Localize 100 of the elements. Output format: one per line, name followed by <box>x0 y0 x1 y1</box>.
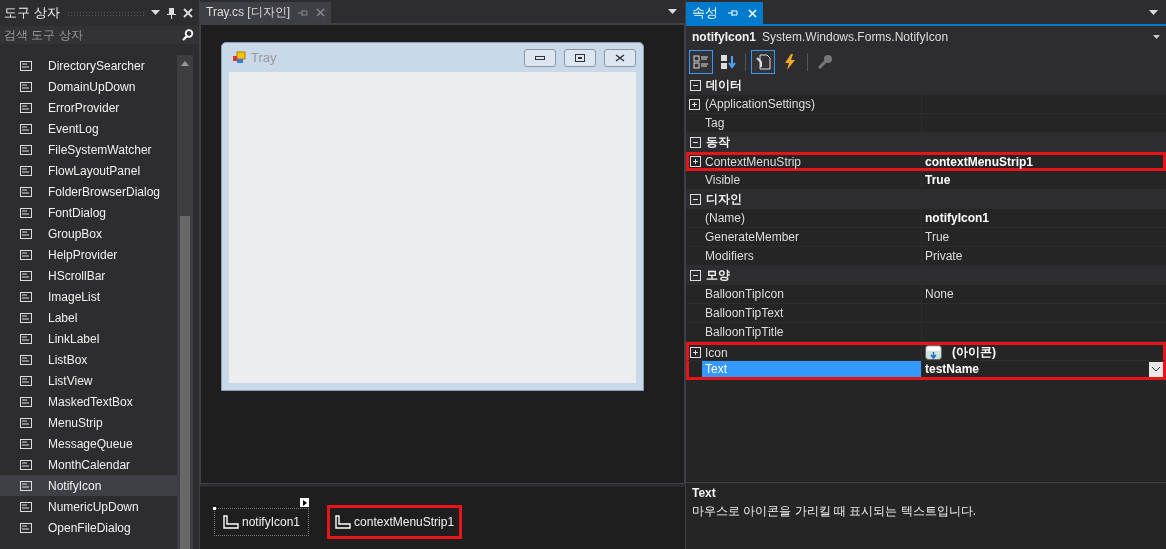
property-value[interactable]: True <box>925 230 950 244</box>
component-icon <box>335 515 352 529</box>
sort-icon <box>720 54 736 70</box>
control-icon <box>19 436 33 451</box>
toolbox-item[interactable]: ListBox <box>0 349 177 370</box>
toolbox-item[interactable]: FolderBrowserDialog <box>0 181 177 202</box>
search-field[interactable]: 검색 도구 상자 <box>4 28 181 42</box>
form-title: Tray <box>251 50 277 65</box>
control-icon <box>19 205 33 220</box>
control-icon <box>19 310 33 325</box>
search-icon[interactable] <box>181 29 195 41</box>
dropdown-icon[interactable] <box>1153 35 1160 39</box>
component-item[interactable]: notifyIcon1 <box>214 508 310 536</box>
control-icon <box>19 268 33 283</box>
control-icon <box>19 142 33 157</box>
property-value[interactable]: Private <box>925 249 963 263</box>
dropdown-icon[interactable] <box>151 10 160 16</box>
search-bar[interactable]: 검색 도구 상자 <box>0 26 199 44</box>
key-icon <box>817 54 833 70</box>
property-name[interactable]: Modifiers <box>702 247 922 265</box>
object-selector[interactable]: notifyIcon1 System.Windows.Forms.NotifyIcon <box>686 26 1166 48</box>
property-name[interactable]: Icon <box>702 345 922 360</box>
property-value[interactable]: True <box>925 173 951 187</box>
control-icon <box>19 415 33 430</box>
toolbox-item[interactable]: ListView <box>0 370 177 391</box>
control-icon <box>19 58 33 73</box>
description-text: 마우스로 아이콘을 가리킬 때 표시되는 텍스트입니다. <box>692 503 977 520</box>
toolbox-item[interactable]: FileSystemWatcher <box>0 139 177 160</box>
toolbox-item[interactable]: ErrorProvider <box>0 97 177 118</box>
toolbox-item[interactable]: HelpProvider <box>0 244 177 265</box>
scroll-up-icon[interactable] <box>181 61 189 66</box>
property-value[interactable]: notifyIcon1 <box>925 211 989 225</box>
property-name[interactable]: BalloonTipText <box>702 304 922 322</box>
smart-tag-button[interactable] <box>300 498 310 507</box>
property-name[interactable]: Tag <box>702 114 922 132</box>
control-icon <box>19 499 33 514</box>
property-value[interactable]: (아이콘) <box>952 344 996 361</box>
dropdown-icon[interactable] <box>668 9 677 15</box>
control-icon <box>19 352 33 367</box>
toolbox-item[interactable]: FlowLayoutPanel <box>0 160 177 181</box>
property-name[interactable]: BalloonTipTitle <box>702 323 922 341</box>
dropdown-button[interactable] <box>1149 361 1163 377</box>
toolbox-item[interactable]: MonthCalendar <box>0 454 177 475</box>
pin-icon[interactable] <box>167 7 176 19</box>
property-name[interactable]: BalloonTipIcon <box>702 285 922 303</box>
collapse-toggle[interactable] <box>689 270 701 281</box>
property-value[interactable]: None <box>925 287 954 301</box>
property-name[interactable]: ContextMenuStrip <box>702 155 922 168</box>
form-icon <box>232 51 246 64</box>
toolbox-item[interactable]: DirectorySearcher <box>0 55 177 76</box>
expand-icon[interactable] <box>690 347 701 358</box>
component-icon <box>223 515 239 529</box>
scrollbar[interactable] <box>177 55 193 549</box>
control-icon <box>19 373 33 388</box>
property-name[interactable]: Visible <box>702 171 922 189</box>
selection-handle[interactable] <box>213 507 216 510</box>
control-icon <box>19 226 33 241</box>
expand-icon[interactable] <box>690 156 701 167</box>
component-item[interactable]: contextMenuStrip1 <box>327 505 463 539</box>
toolbox-item[interactable]: DomainUpDown <box>0 76 177 97</box>
toolbar-button[interactable] <box>751 50 775 74</box>
toolbox-item[interactable]: EventLog <box>0 118 177 139</box>
minimize-button[interactable] <box>524 48 556 67</box>
property-name[interactable]: (Name) <box>702 209 922 227</box>
collapse-toggle[interactable] <box>689 194 701 205</box>
property-value[interactable]: contextMenuStrip1 <box>925 154 1033 169</box>
property-value[interactable]: testName <box>925 362 980 376</box>
toolbox-item[interactable]: NotifyIcon <box>0 475 177 496</box>
toolbox-item[interactable]: MessageQueue <box>0 433 177 454</box>
tray-icon <box>925 345 942 360</box>
toolbox-item[interactable]: GroupBox <box>0 223 177 244</box>
category-heading: 모양 <box>706 267 730 284</box>
scroll-thumb[interactable] <box>180 216 190 549</box>
toolbox-item[interactable]: OpenFileDialog <box>0 517 177 538</box>
property-name[interactable]: (ApplicationSettings) <box>702 95 922 113</box>
control-icon <box>19 394 33 409</box>
maximize-icon <box>575 53 585 62</box>
toolbox-item[interactable]: FontDialog <box>0 202 177 223</box>
toolbox-title: 도구 상자 <box>4 4 60 22</box>
expand-icon[interactable] <box>688 98 700 110</box>
control-icon <box>19 100 33 115</box>
toolbox-item[interactable]: ImageList <box>0 286 177 307</box>
close-button[interactable] <box>604 48 636 67</box>
toolbox-item[interactable]: MenuStrip <box>0 412 177 433</box>
toolbox-item[interactable]: NumericUpDown <box>0 496 177 517</box>
caret-icon <box>1152 366 1160 372</box>
toolbar-button[interactable] <box>689 50 713 74</box>
maximize-button[interactable] <box>564 48 596 67</box>
control-icon <box>19 163 33 178</box>
dropdown-icon[interactable] <box>1149 10 1158 16</box>
minimize-icon <box>535 55 545 60</box>
collapse-toggle[interactable] <box>689 80 701 91</box>
toolbox-item[interactable]: MaskedTextBox <box>0 391 177 412</box>
collapse-toggle[interactable] <box>689 137 701 148</box>
properties-icon <box>755 54 771 70</box>
toolbox-item[interactable]: Label <box>0 307 177 328</box>
toolbox-item[interactable]: LinkLabel <box>0 328 177 349</box>
property-name[interactable]: GenerateMember <box>702 228 922 246</box>
categorized-icon <box>693 54 709 70</box>
toolbox-item[interactable]: HScrollBar <box>0 265 177 286</box>
